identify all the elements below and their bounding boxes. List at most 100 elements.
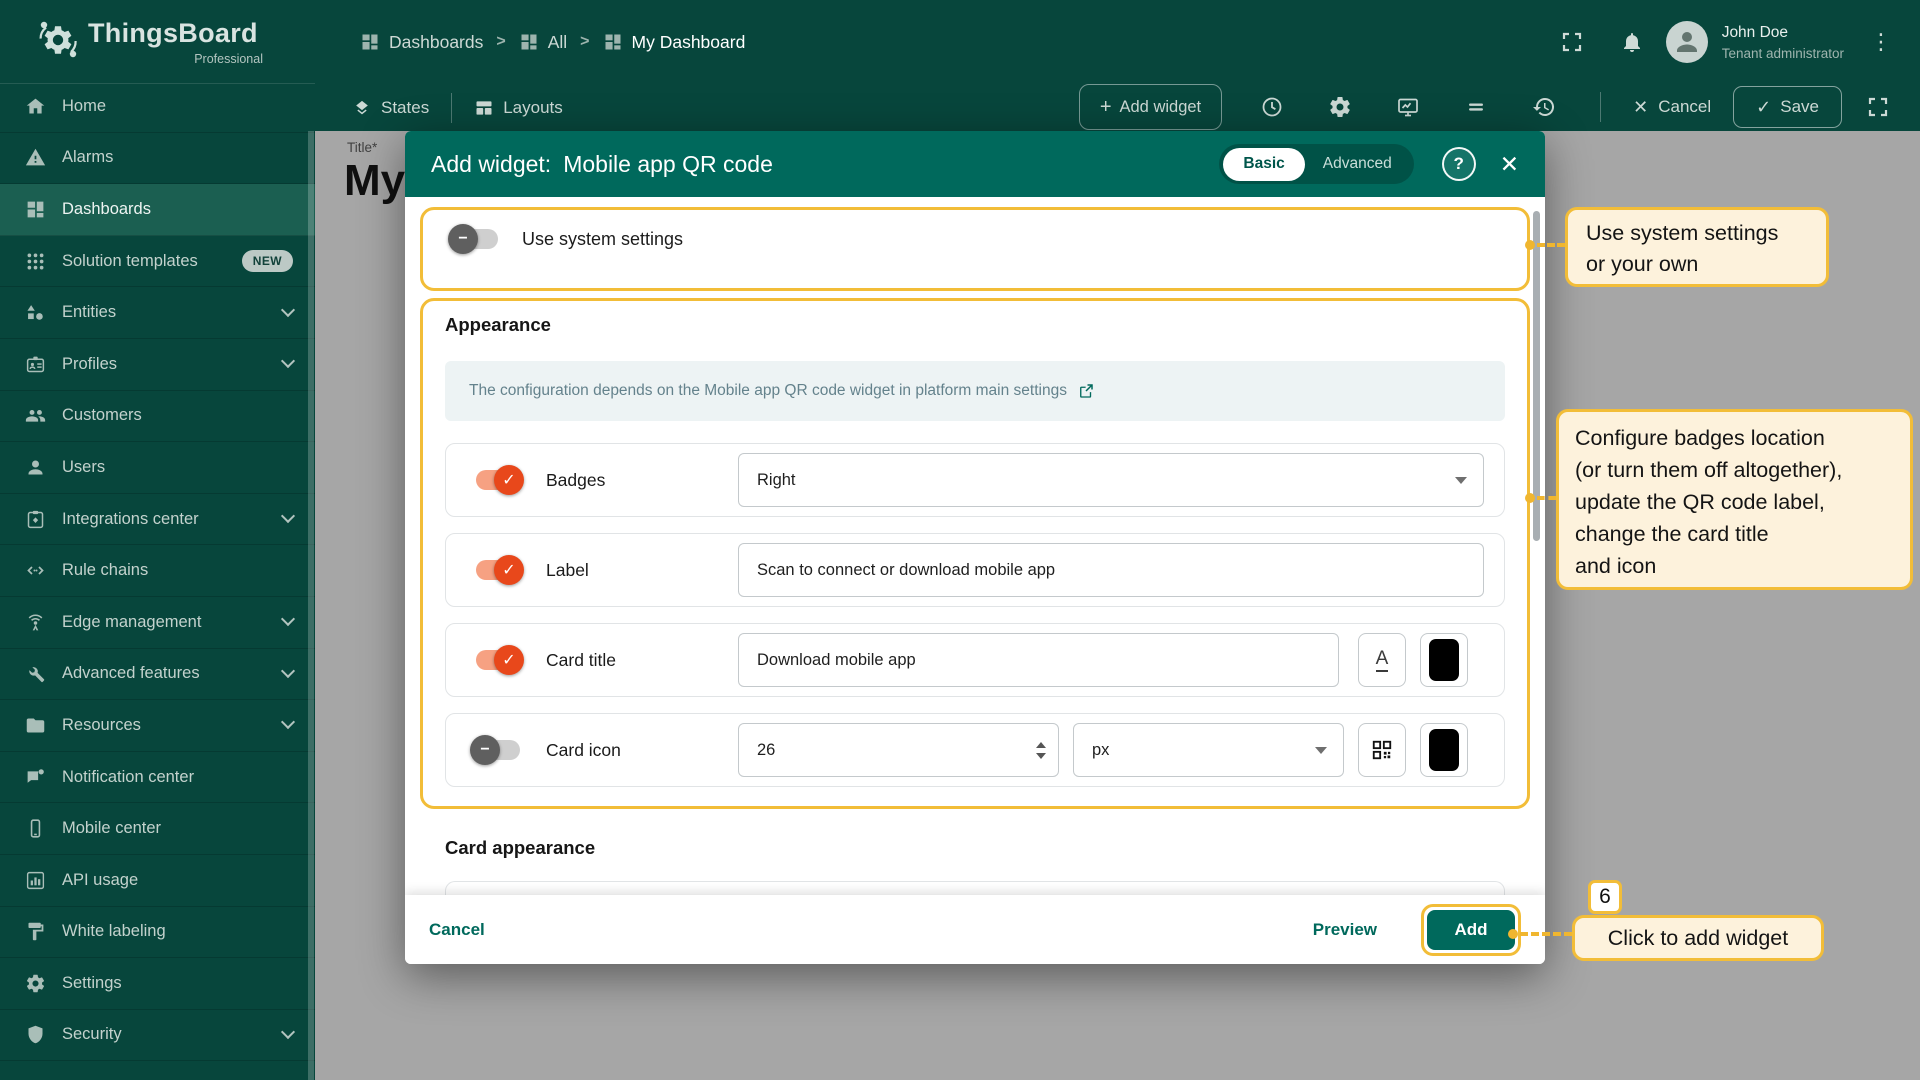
badges-position-select[interactable]: Right — [738, 453, 1484, 507]
close-icon[interactable]: ✕ — [1500, 151, 1519, 178]
display-mode-icon[interactable] — [1396, 95, 1420, 119]
card-title-color-button[interactable] — [1420, 633, 1468, 687]
help-icon[interactable]: ? — [1441, 147, 1476, 181]
configuration-hint: The configuration depends on the Mobile … — [445, 361, 1505, 421]
edit-cancel-button[interactable]: ✕ Cancel — [1633, 97, 1711, 118]
card-icon-toggle[interactable]: − — [470, 735, 522, 765]
card-title-font-button[interactable]: A — [1358, 633, 1406, 687]
card-icon-picker-button[interactable] — [1358, 723, 1406, 777]
callout-configure-badges: Configure badges location (or turn them … — [1556, 409, 1913, 590]
external-link-icon[interactable] — [1077, 382, 1095, 400]
expand-fullscreen-icon[interactable] — [1866, 95, 1890, 119]
preview-button[interactable]: Preview — [1313, 920, 1377, 940]
dialog-cancel-button[interactable]: Cancel — [429, 920, 485, 940]
chevron-down-icon — [280, 354, 296, 369]
sidebar-item-home[interactable]: Home — [0, 81, 315, 133]
widget-name: Mobile app QR code — [563, 150, 773, 177]
check-icon: ✓ — [1756, 96, 1772, 117]
add-button[interactable]: Add — [1427, 909, 1515, 950]
tab-basic[interactable]: Basic — [1223, 147, 1305, 181]
step-number-badge: 6 — [1588, 880, 1622, 914]
annotation-highlight-add: Add — [1421, 903, 1521, 956]
thingsboard-logo-icon — [39, 21, 77, 58]
label-input[interactable]: Scan to connect or download mobile app — [738, 543, 1484, 597]
sidebar-nav: Home Alarms Dashboards Solution template… — [0, 81, 315, 1062]
layouts-button[interactable]: Layouts — [474, 98, 563, 118]
save-button[interactable]: ✓ Save — [1733, 86, 1842, 128]
states-button[interactable]: States — [352, 98, 429, 118]
card-title-toggle[interactable]: ✓ — [472, 645, 524, 675]
use-system-settings-toggle[interactable]: − — [448, 224, 500, 254]
minus-icon: − — [458, 230, 468, 247]
color-swatch — [1429, 639, 1459, 681]
check-icon: ✓ — [502, 562, 516, 579]
settings-gear-icon[interactable] — [1328, 95, 1352, 119]
filter-lines-icon[interactable] — [1464, 95, 1488, 119]
notifications-bell-icon[interactable] — [1620, 30, 1644, 54]
connector-dot — [1508, 929, 1518, 939]
dashboards-icon — [521, 34, 537, 50]
history-icon[interactable] — [1532, 95, 1556, 119]
callout-click-add: Click to add widget — [1572, 915, 1824, 961]
integrations-icon — [24, 508, 46, 530]
tab-advanced[interactable]: Advanced — [1305, 155, 1410, 173]
badges-toggle[interactable]: ✓ — [472, 465, 524, 495]
logo[interactable]: ThingsBoard Professional — [0, 0, 315, 84]
alarm-icon — [24, 147, 46, 169]
fullscreen-icon[interactable] — [1560, 30, 1584, 54]
add-widget-button[interactable]: + Add widget — [1078, 84, 1223, 130]
sidebar-item-advanced-features[interactable]: Advanced features — [0, 649, 315, 701]
sidebar-item-security[interactable]: Security — [0, 1010, 315, 1062]
sidebar-item-settings[interactable]: Settings — [0, 958, 315, 1010]
close-icon: ✕ — [1633, 96, 1649, 117]
check-icon: ✓ — [502, 472, 516, 489]
sidebar-item-rule-chains[interactable]: Rule chains — [0, 545, 315, 597]
sidebar-item-alarms[interactable]: Alarms — [0, 133, 315, 185]
sidebar-item-solution-templates[interactable]: Solution templates NEW — [0, 236, 315, 288]
breadcrumb-dashboards[interactable]: Dashboards — [360, 32, 483, 53]
card-icon-label: Card icon — [546, 739, 621, 760]
card-icon-size-input[interactable]: 26 — [738, 723, 1059, 777]
gear-icon — [24, 972, 46, 994]
card-icon-color-button[interactable] — [1420, 723, 1468, 777]
badges-label: Badges — [546, 469, 606, 490]
sidebar-item-entities[interactable]: Entities — [0, 287, 315, 339]
dashboards-icon — [605, 34, 621, 50]
logo-subtitle: Professional — [194, 52, 263, 66]
sidebar-item-integrations-center[interactable]: Integrations center — [0, 494, 315, 546]
color-swatch — [1429, 729, 1459, 771]
paint-icon — [24, 921, 46, 943]
timewindow-clock-icon[interactable] — [1260, 95, 1284, 119]
card-icon-unit-select[interactable]: px — [1073, 723, 1344, 777]
logo-title: ThingsBoard — [88, 18, 258, 48]
sidebar-item-users[interactable]: Users — [0, 442, 315, 494]
size-stepper[interactable] — [1036, 741, 1046, 759]
dialog-scrollbar[interactable] — [1533, 211, 1540, 541]
card-appearance-heading: Card appearance — [445, 837, 596, 858]
phone-icon — [24, 818, 46, 840]
sidebar-item-profiles[interactable]: Profiles — [0, 339, 315, 391]
font-settings-icon: A — [1375, 649, 1389, 672]
layouts-icon — [476, 100, 492, 115]
sidebar-item-api-usage[interactable]: API usage — [0, 855, 315, 907]
sidebar-item-dashboards[interactable]: Dashboards — [0, 184, 315, 236]
sidebar-item-white-labeling[interactable]: White labeling — [0, 907, 315, 959]
sidebar-item-resources[interactable]: Resources — [0, 700, 315, 752]
dashboard-title-label: Title* — [347, 140, 378, 155]
sidebar-item-mobile-center[interactable]: Mobile center — [0, 803, 315, 855]
callout-system-settings: Use system settings or your own — [1565, 207, 1829, 287]
sidebar-scrollbar[interactable] — [308, 131, 314, 1080]
chevron-down-icon — [280, 302, 296, 317]
breadcrumb-all[interactable]: All — [519, 32, 567, 53]
avatar[interactable] — [1665, 21, 1708, 63]
chevron-down-icon — [280, 1024, 296, 1040]
more-menu-icon[interactable]: ⋮ — [1870, 29, 1892, 55]
card-title-input[interactable]: Download mobile app — [738, 633, 1339, 687]
sidebar-item-edge-management[interactable]: Edge management — [0, 597, 315, 649]
sidebar-item-customers[interactable]: Customers — [0, 391, 315, 443]
breadcrumb-my-dashboard[interactable]: My Dashboard — [603, 32, 745, 53]
label-toggle[interactable]: ✓ — [472, 555, 524, 585]
notification-message-icon — [24, 766, 46, 788]
qr-code-icon — [1372, 740, 1392, 760]
sidebar-item-notification-center[interactable]: Notification center — [0, 752, 315, 804]
